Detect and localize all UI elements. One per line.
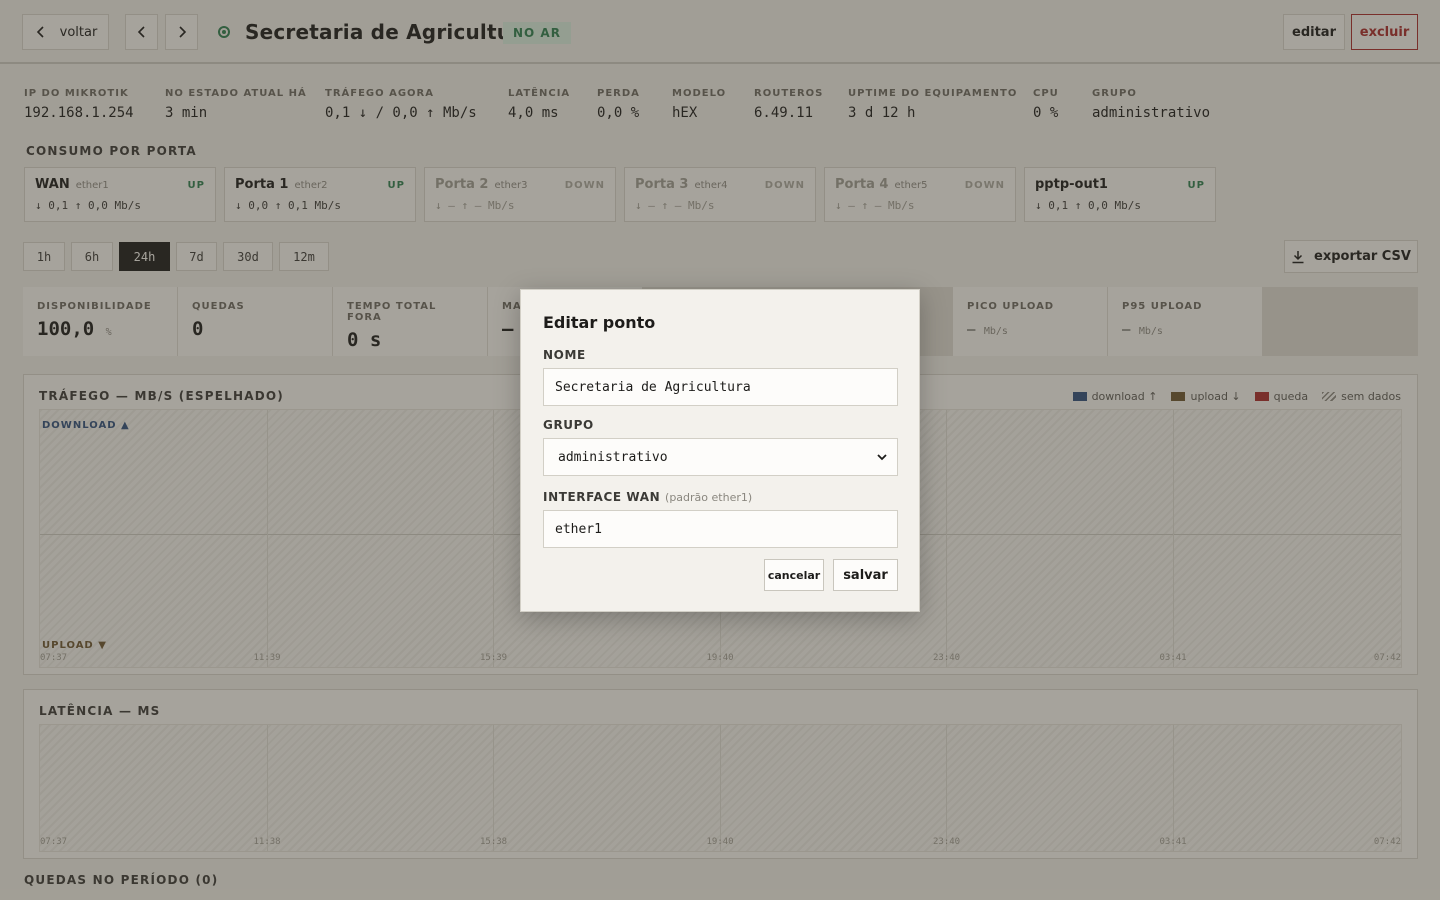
name-field-label: NOME — [543, 348, 586, 362]
group-select[interactable]: administrativo — [543, 438, 898, 476]
group-select-value: administrativo — [558, 449, 668, 465]
edit-point-dialog: Editar ponto NOME Secretaria de Agricult… — [520, 289, 920, 612]
wan-label-hint: (padrão ether1) — [665, 491, 753, 504]
group-field-label: GRUPO — [543, 418, 594, 432]
wan-label-text: INTERFACE WAN — [543, 490, 661, 504]
chevron-down-icon — [877, 454, 887, 461]
wan-field-label: INTERFACE WAN (padrão ether1) — [543, 490, 752, 504]
name-input[interactable]: Secretaria de Agricultura — [543, 368, 898, 406]
cancel-button[interactable]: cancelar — [764, 559, 824, 591]
dialog-title: Editar ponto — [543, 313, 656, 332]
wan-interface-input[interactable]: ether1 — [543, 510, 898, 548]
save-button[interactable]: salvar — [833, 559, 898, 591]
